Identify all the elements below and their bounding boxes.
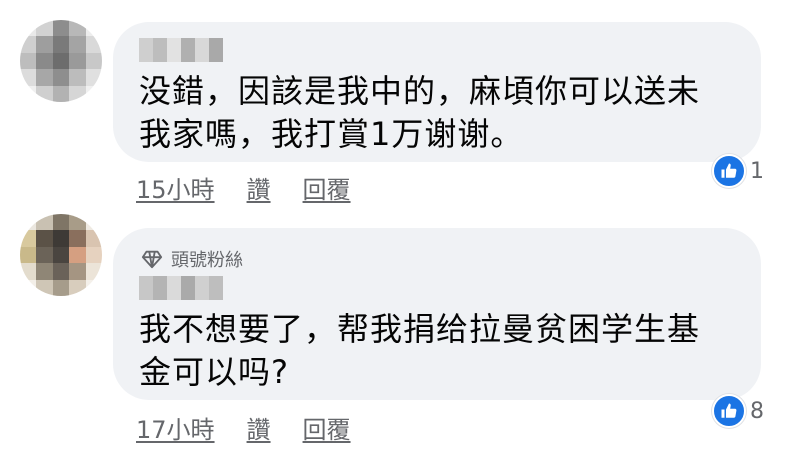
avatar[interactable] (20, 20, 102, 102)
thumbs-up-icon (712, 154, 746, 188)
reply-link[interactable]: 回覆 (303, 170, 351, 205)
author-name[interactable] (139, 276, 223, 300)
like-link[interactable]: 讚 (247, 410, 271, 445)
like-link[interactable]: 讚 (247, 170, 271, 205)
author-name[interactable] (139, 38, 223, 62)
reaction-summary[interactable]: 1 (712, 154, 764, 188)
badge-label: 頭號粉絲 (171, 250, 243, 271)
timestamp-link[interactable]: 17小時 (136, 410, 215, 445)
timestamp-link[interactable]: 15小時 (136, 170, 215, 205)
avatar[interactable] (20, 214, 102, 296)
reaction-summary[interactable]: 8 (712, 394, 764, 428)
thumbs-up-icon (712, 394, 746, 428)
comment-text: 我不想要了，帮我捐给拉曼贫困学生基 金可以吗? (139, 310, 701, 391)
comment-text: 没錯，因該是我中的，麻頃你可以送未 我家嗎，我打賞1万谢谢。 (139, 72, 701, 153)
comment-bubble: 頭號粉絲 我不想要了，帮我捐给拉曼贫困学生基 金可以吗? (113, 228, 761, 400)
reply-link[interactable]: 回覆 (303, 410, 351, 445)
comment-bubble: 没錯，因該是我中的，麻頃你可以送未 我家嗎，我打賞1万谢谢。 (113, 22, 761, 162)
comment-actions: 17小時 讚 回覆 (136, 410, 351, 445)
reaction-count: 1 (750, 158, 764, 184)
comment-actions: 15小時 讚 回覆 (136, 170, 351, 205)
top-fan-badge: 頭號粉絲 (141, 246, 243, 272)
reaction-count: 8 (750, 398, 764, 424)
diamond-icon (141, 250, 163, 269)
